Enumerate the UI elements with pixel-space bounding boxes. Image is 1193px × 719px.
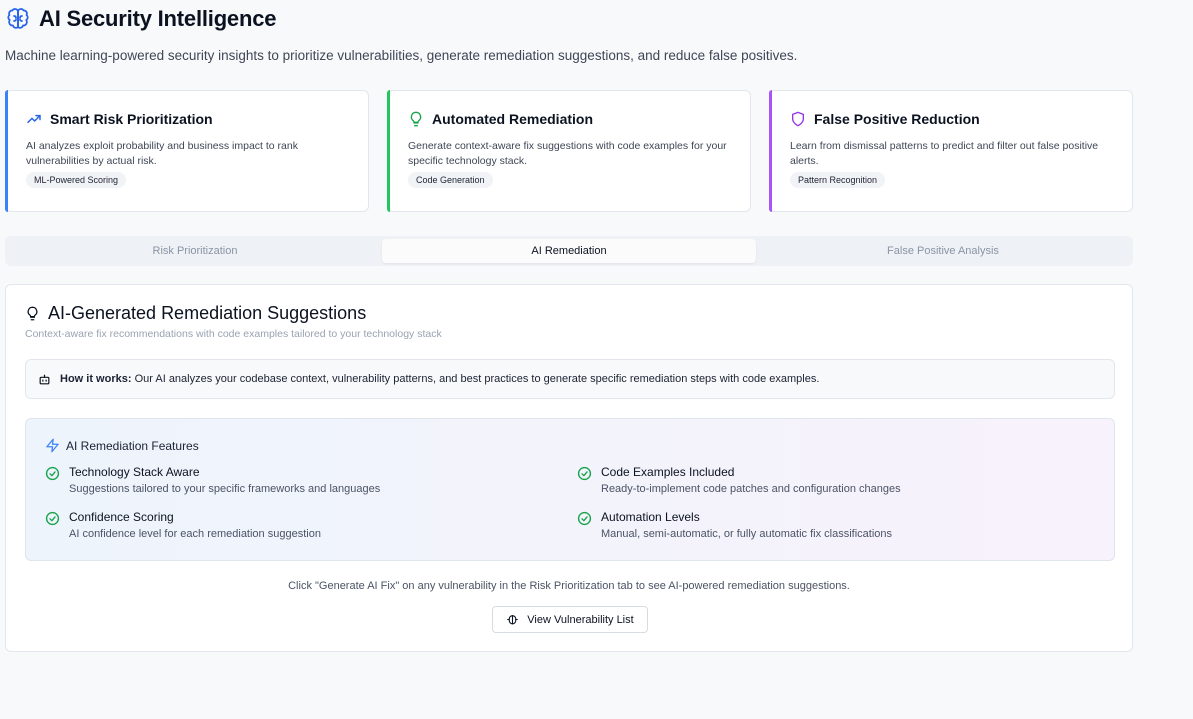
card-title: Smart Risk Prioritization: [50, 111, 213, 127]
tab-ai-remediation[interactable]: AI Remediation: [382, 239, 756, 263]
view-vulnerability-list-button[interactable]: View Vulnerability List: [492, 606, 648, 633]
lightbulb-icon: [25, 306, 40, 321]
lightbulb-icon: [408, 111, 424, 127]
feature-title: Code Examples Included: [601, 465, 735, 479]
feature-cards: Smart Risk Prioritization AI analyzes ex…: [5, 90, 1133, 212]
brain-icon: [5, 6, 31, 32]
feature-item: Automation Levels Manual, semi-automatic…: [577, 510, 892, 540]
panel-subtitle: Context-aware fix recommendations with c…: [25, 328, 442, 340]
card-automated-remediation: Automated Remediation Generate context-a…: [387, 90, 751, 212]
tab-bar: Risk Prioritization AI Remediation False…: [5, 236, 1133, 266]
card-description: Generate context-aware fix suggestions w…: [408, 140, 727, 167]
card-description: AI analyzes exploit probability and busi…: [26, 140, 298, 167]
bot-icon: [38, 373, 51, 386]
feature-item: Confidence Scoring AI confidence level f…: [45, 510, 321, 540]
card-false-positive-reduction: False Positive Reduction Learn from dism…: [769, 90, 1133, 212]
feature-description: Manual, semi-automatic, or fully automat…: [601, 528, 892, 540]
how-it-works-box: How it works: Our AI analyzes your codeb…: [25, 359, 1115, 399]
check-circle-icon: [45, 511, 60, 526]
zap-icon: [45, 438, 60, 453]
card-title: False Positive Reduction: [814, 111, 980, 127]
feature-title: Automation Levels: [601, 510, 700, 524]
bug-icon: [506, 613, 519, 626]
view-vulnerability-list-label: View Vulnerability List: [527, 613, 634, 626]
check-circle-icon: [577, 511, 592, 526]
card-risk-prioritization: Smart Risk Prioritization AI analyzes ex…: [5, 90, 369, 212]
card-description: Learn from dismissal patterns to predict…: [790, 140, 1099, 167]
card-title-row: False Positive Reduction: [790, 111, 1114, 127]
trending-up-icon: [26, 111, 42, 127]
features-title: AI Remediation Features: [66, 438, 199, 453]
remediation-features-box: AI Remediation Features Technology Stack…: [25, 418, 1115, 561]
panel-title: AI-Generated Remediation Suggestions: [48, 303, 367, 323]
how-it-works-label: How it works:: [60, 373, 132, 385]
card-title-row: Automated Remediation: [408, 111, 732, 127]
page-subtitle: Machine learning-powered security insigh…: [5, 48, 798, 63]
generate-fix-hint: Click "Generate AI Fix" on any vulnerabi…: [288, 580, 850, 592]
check-circle-icon: [577, 466, 592, 481]
feature-description: Suggestions tailored to your specific fr…: [69, 483, 381, 495]
tab-false-positive-analysis[interactable]: False Positive Analysis: [756, 239, 1130, 263]
page-header: AI Security Intelligence: [5, 6, 276, 32]
feature-description: Ready-to-implement code patches and conf…: [601, 483, 901, 495]
page: AI Security Intelligence Machine learnin…: [0, 0, 1193, 719]
page-title: AI Security Intelligence: [39, 6, 277, 31]
feature-item: Code Examples Included Ready-to-implemen…: [577, 465, 901, 495]
panel-title-row: AI-Generated Remediation Suggestions: [25, 303, 366, 324]
card-badge: Pattern Recognition: [790, 172, 886, 188]
feature-description: AI confidence level for each remediation…: [69, 528, 321, 540]
shield-icon: [790, 111, 806, 127]
feature-title: Confidence Scoring: [69, 510, 174, 524]
how-it-works-text: How it works: Our AI analyzes your codeb…: [60, 373, 819, 385]
card-badge: ML-Powered Scoring: [26, 172, 127, 188]
features-title-row: AI Remediation Features: [45, 438, 199, 453]
tab-risk-prioritization[interactable]: Risk Prioritization: [8, 239, 382, 263]
feature-item: Technology Stack Aware Suggestions tailo…: [45, 465, 380, 495]
feature-title: Technology Stack Aware: [69, 465, 200, 479]
card-title-row: Smart Risk Prioritization: [26, 111, 350, 127]
how-it-works-description: Our AI analyzes your codebase context, v…: [134, 373, 820, 385]
card-title: Automated Remediation: [432, 111, 594, 127]
card-badge: Code Generation: [408, 172, 493, 188]
remediation-panel: AI-Generated Remediation Suggestions Con…: [5, 284, 1133, 652]
check-circle-icon: [45, 466, 60, 481]
